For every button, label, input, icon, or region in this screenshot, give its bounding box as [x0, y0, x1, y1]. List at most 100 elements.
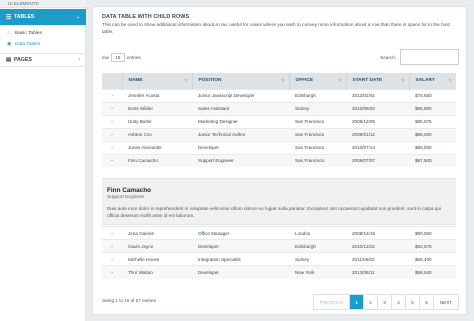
sort-icon: ⇅ — [280, 78, 285, 83]
table-row[interactable]: › Thor Walton Developer New York 2013/08/11 $… — [102, 265, 456, 279]
sort-icon: ⇅ — [448, 78, 452, 83]
cell-position: Developer — [192, 140, 289, 154]
cell-name: Ashton Cox — [122, 127, 192, 141]
table-row[interactable]: › Michelle House Integration Specialist Sid… — [102, 252, 456, 266]
cell-salary: $86,000 — [409, 127, 456, 141]
header-salary[interactable]: SALARY ⇅ — [409, 73, 456, 89]
cell-name: Michelle House — [122, 252, 192, 266]
cell-position: Junior Javascript Developer — [192, 88, 289, 102]
child-row-name: Finn Camacho — [107, 187, 152, 194]
cell-position: Office Manager — [192, 226, 289, 240]
table-info: owing 1 to 10 of 57 entries — [102, 298, 156, 303]
table-row[interactable]: › Jonas Alexander Developer San Francisco 20… — [102, 140, 456, 154]
cell-salary: $85,600 — [409, 101, 456, 115]
search-control: Search: — [380, 49, 459, 65]
search-label: Search: — [380, 54, 396, 60]
bullet-icon: ◉ — [7, 41, 12, 47]
table-row[interactable]: › Gavin Joyce Developer Edinburgh 2010/12/22… — [102, 239, 456, 253]
cell-start-date: 2009/12/09 — [346, 114, 409, 128]
cell-start-date: 2008/12/19 — [346, 226, 409, 240]
cell-office: San Francisco — [289, 114, 346, 128]
cell-start-date: 2010/07/14 — [346, 140, 409, 154]
cell-salary: $87,500 — [409, 153, 456, 167]
sidebar-item-tables[interactable]: ☰ TABLES ⌄ — [0, 9, 86, 25]
expand-row-icon[interactable]: › — [102, 226, 122, 240]
pagination-page[interactable]: 5 — [406, 295, 420, 309]
page-icon: ▤ — [6, 57, 12, 63]
table-row[interactable]: − Finn Camacho Support Engineer San Francis… — [102, 153, 456, 167]
table-row[interactable]: › Unity Butler Marketing Designer San Franc… — [102, 114, 456, 128]
expand-row-icon[interactable]: › — [102, 88, 122, 102]
table-row[interactable]: › Doris Wilder Sales Assistant Sidney 2010/0… — [102, 101, 456, 115]
expand-row-icon[interactable]: › — [102, 140, 122, 154]
pagination-previous[interactable]: PREVIOUS — [314, 295, 350, 309]
pagination-page[interactable]: 1 — [350, 295, 364, 309]
child-row-text: Duis aute irure dolor in reprehenderit i… — [107, 206, 442, 218]
sidebar-subitem-label: Basic Tables — [15, 30, 42, 36]
pagination-page[interactable]: 4 — [392, 295, 406, 309]
cell-salary: $98,540 — [409, 265, 456, 279]
pagination-page[interactable]: 2 — [364, 295, 378, 309]
cell-office: Edinburgh — [289, 88, 346, 102]
cell-office: Sidney — [289, 252, 346, 266]
sidebar-subitem-basic-tables[interactable]: ○ Basic Tables — [0, 28, 86, 38]
sidebar: UI ELEMENTS ☰ TABLES ⌄ ○ Basic Tables ◉ … — [0, 0, 86, 321]
header-office[interactable]: OFFICE ⇅ — [289, 73, 347, 89]
sidebar-subitem-data-tables[interactable]: ◉ Data Tables — [0, 39, 86, 49]
data-table: NAME ⇅ POSITION ⇅ OFFICE ⇅ START DATE ⇅ SALA… — [102, 73, 456, 167]
header-start-date[interactable]: START DATE ⇅ — [346, 73, 410, 89]
expand-row-icon[interactable]: › — [102, 114, 122, 128]
cell-office: London — [289, 226, 346, 240]
cell-office: San Francisco — [289, 153, 346, 167]
expand-row-icon[interactable]: › — [102, 265, 122, 279]
pagination-next[interactable]: NEXT — [434, 295, 458, 309]
table-row[interactable]: › Ashton Cox Junior Technical Author San Fr… — [102, 127, 456, 141]
collapse-row-icon[interactable]: − — [102, 153, 122, 167]
expand-row-icon[interactable]: › — [102, 252, 122, 266]
cell-position: Developer — [192, 239, 289, 253]
sidebar-item-label: PAGES — [14, 57, 32, 63]
length-control: low 10 entries — [102, 53, 141, 62]
sort-icon: ⇅ — [183, 78, 188, 83]
length-prefix: low — [102, 55, 109, 60]
expand-row-icon[interactable]: › — [102, 239, 122, 253]
cell-name: Doris Wilder — [122, 101, 192, 115]
search-input[interactable] — [400, 49, 459, 65]
cell-position: Sales Assistant — [192, 101, 289, 115]
table-row[interactable]: › Jennifer Acosta Junior Javascript Develo… — [102, 88, 456, 102]
length-select[interactable]: 10 — [110, 53, 125, 62]
expand-row-icon[interactable]: › — [102, 127, 122, 141]
table-header-row: NAME ⇅ POSITION ⇅ OFFICE ⇅ START DATE ⇅ SALA… — [102, 73, 456, 89]
header-name[interactable]: NAME ⇅ — [122, 73, 193, 89]
cell-start-date: 2011/06/02 — [346, 252, 409, 266]
expand-row-icon[interactable]: › — [102, 101, 122, 115]
table-row[interactable]: › Jena Gaines Office Manager London 2008/12/… — [102, 226, 456, 240]
sidebar-item-ui-elements[interactable]: UI ELEMENTS — [0, 0, 86, 8]
cell-name: Gavin Joyce — [122, 239, 192, 253]
data-table-continued: › Jena Gaines Office Manager London 2008/12/… — [102, 226, 456, 279]
header-control — [102, 73, 123, 89]
cell-start-date: 2010/12/22 — [346, 239, 409, 253]
cell-name: Finn Camacho — [122, 153, 192, 167]
cell-office: San Francisco — [289, 140, 346, 154]
pagination-page[interactable]: 6 — [420, 295, 434, 309]
cell-office: San Francisco — [289, 127, 346, 141]
bullet-icon: ○ — [7, 30, 11, 36]
sidebar-item-label: TABLES — [14, 14, 35, 20]
cell-name: Unity Butler — [122, 114, 192, 128]
cell-start-date: 2009/01/12 — [346, 127, 409, 141]
chevron-right-icon: › — [78, 57, 80, 63]
sidebar-item-pages[interactable]: ▤ PAGES › — [0, 53, 86, 67]
cell-office: Sidney — [289, 101, 346, 115]
cell-office: New York — [289, 265, 346, 279]
sort-icon: ⇅ — [337, 78, 342, 83]
cell-salary: $95,400 — [409, 252, 456, 266]
header-position[interactable]: POSITION ⇅ — [192, 73, 290, 89]
table-icon: ☰ — [6, 14, 12, 21]
cell-start-date: 2010/09/20 — [346, 101, 409, 115]
cell-position: Developer — [192, 265, 289, 279]
cell-start-date: 2013/02/01 — [346, 88, 409, 102]
pagination-page[interactable]: 3 — [378, 295, 392, 309]
data-table-panel: DATA TABLE WITH CHILD ROWS This can be u… — [92, 6, 467, 315]
sort-icon: ⇅ — [400, 78, 405, 83]
